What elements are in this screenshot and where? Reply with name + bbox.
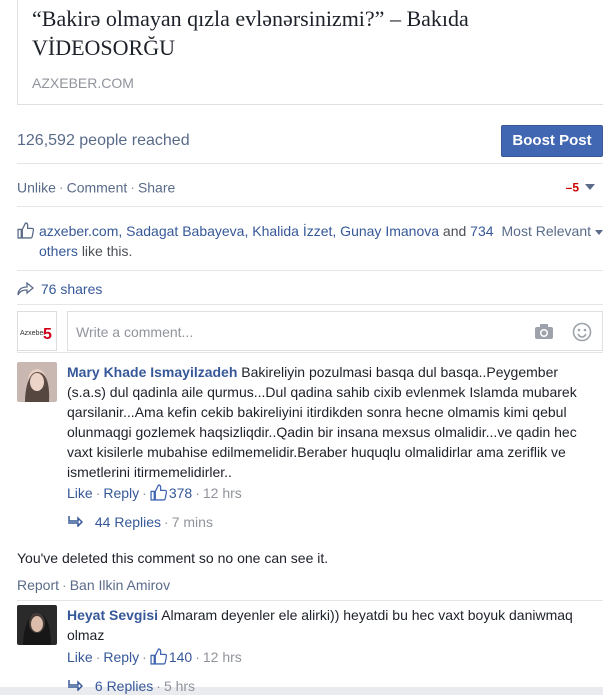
link-preview[interactable]: “Bakirə olmayan qızla evlənərsinizmi?” –… [17,0,603,105]
sort-label: Most Relevant [501,223,591,239]
comment-text: Bakireliyin pozulmasi basqa dul basqa..P… [67,364,577,480]
comment-time[interactable]: 12 hrs [203,485,242,501]
reply-link[interactable]: Reply [103,649,139,665]
separator: · [58,179,64,196]
share-arrow-icon [17,281,38,299]
comment-meta: Like · Reply · 378 · 12 hrs [67,484,242,504]
divider [17,206,603,207]
reply-link[interactable]: Reply [103,485,139,501]
like-count[interactable]: 378 [169,485,192,501]
view-replies-link[interactable]: 44 Replies · 7 mins [67,514,213,530]
comment-input[interactable] [74,321,518,343]
likes-summary: azxeber.com, Sadagat Babayeva, Khalida İ… [17,221,603,261]
caret-down-icon [595,229,603,235]
like-count[interactable]: 140 [169,649,192,665]
thumbs-up-icon [150,648,167,668]
like-link[interactable]: Like [67,649,93,665]
replies-count: 6 Replies [94,678,154,694]
divider [17,304,603,305]
share-link[interactable]: Share [138,179,175,195]
unlike-link[interactable]: Unlike [17,179,56,195]
comment-body: Heyat Sevgisi Almaram deyenler ele alirk… [67,605,597,645]
comment-input-box[interactable] [67,311,603,351]
replies-time: 7 mins [171,514,213,530]
deleted-comment-notice: You've deleted this comment so no one ca… [17,550,329,566]
link-preview-title[interactable]: “Bakirə olmayan qızla evlənərsinizmi?” –… [32,4,592,62]
shares-count: 76 shares [40,281,103,297]
comment-body: Mary Khade Ismayilzadeh Bakireliyin pozu… [67,362,597,482]
report-link[interactable]: Report [17,577,59,593]
thumbs-up-icon [150,484,167,504]
comment-author[interactable]: Mary Khade Ismayilzadeh [67,364,237,380]
ban-user-link[interactable]: Ban Ilkin Amirov [70,577,170,593]
replies-time: 5 hrs [163,678,196,694]
comment-author[interactable]: Heyat Sevgisi [67,607,158,623]
link-preview-domain: AZXEBER.COM [32,75,134,91]
smiley-icon[interactable] [572,322,592,347]
shares-link[interactable]: 76 shares [17,281,102,299]
avatar[interactable] [17,605,57,645]
replies-count: 44 Replies [94,514,162,530]
reach-row: 126,592 people reached Boost Post [17,124,603,157]
comment-meta: Like · Reply · 140 · 12 hrs [67,648,242,668]
thumbs-up-icon [17,222,35,244]
view-replies-link[interactable]: 6 Replies · 5 hrs [67,678,195,694]
comment-composer: Azxeber 5 [17,311,603,351]
svg-text:5: 5 [43,326,52,343]
separator: · [130,179,135,196]
divider [17,352,603,353]
comment-link[interactable]: Comment [67,179,128,195]
comment-time[interactable]: 12 hrs [203,649,242,665]
like-this-text: like this. [81,243,133,259]
people-reached[interactable]: 126,592 people reached [17,132,190,150]
boost-post-button[interactable]: Boost Post [501,125,603,157]
divider [17,270,603,271]
comment-item: Heyat Sevgisi Almaram deyenler ele alirk… [17,605,603,695]
camera-icon[interactable] [534,323,554,345]
page-avatar: Azxeber 5 [17,311,57,351]
avatar[interactable] [17,362,57,402]
like-link[interactable]: Like [67,485,93,501]
comment-item: Mary Khade Ismayilzadeh Bakireliyin pozu… [17,362,603,532]
deleted-comment-actions: Report · Ban Ilkin Amirov [17,577,171,593]
post-card: “Bakirə olmayan qızla evlənərsinizmi?” –… [0,0,603,694]
and-text: and [442,223,467,239]
page-logo-icon: –5 [565,180,579,195]
likes-text: azxeber.com, Sadagat Babayeva, Khalida İ… [39,221,499,261]
reply-arrow-icon [67,514,84,530]
page-voice-selector[interactable]: –5 [566,178,595,194]
divider [17,600,603,601]
comment-sort-dropdown[interactable]: Most Relevant [502,221,603,241]
reply-arrow-icon [67,678,84,694]
caret-down-icon [585,184,595,191]
liker-names[interactable]: azxeber.com, Sadagat Babayeva, Khalida İ… [39,223,439,239]
divider [17,163,603,164]
post-actions: Unlike · Comment · Share –5 [17,178,603,198]
